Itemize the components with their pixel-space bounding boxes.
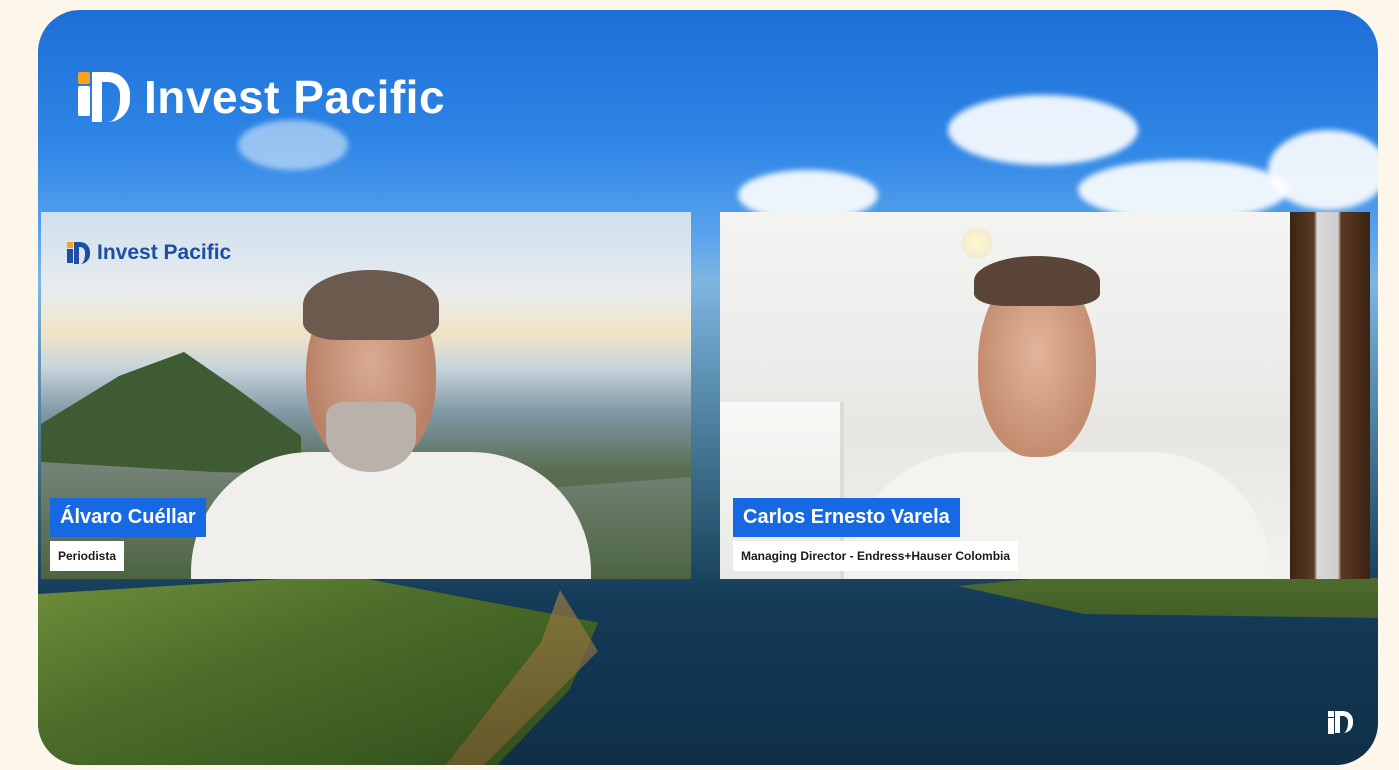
landscape-left: [38, 575, 598, 765]
brand-logo: Invest Pacific: [74, 68, 445, 126]
participant-name-tag: Álvaro Cuéllar: [50, 498, 206, 537]
video-tile-left[interactable]: Invest Pacific Álvaro Cuéllar Periodista: [41, 212, 691, 579]
panel-brand-logo: Invest Pacific: [65, 240, 231, 266]
participant-hair: [974, 256, 1100, 306]
invest-pacific-logo-icon: [74, 68, 132, 126]
cloud: [1268, 130, 1378, 210]
cloud: [238, 120, 348, 170]
video-call-stage: Invest Pacific Invest Pacific Álvaro Cué…: [38, 10, 1378, 765]
participant-shirt: [191, 452, 591, 579]
participant-name-tag: Carlos Ernesto Varela: [733, 498, 960, 537]
ceiling-light: [960, 226, 994, 260]
watermark-logo-icon: [1326, 709, 1356, 739]
video-tile-right[interactable]: Carlos Ernesto Varela Managing Director …: [720, 212, 1370, 579]
cloud: [948, 95, 1138, 165]
panel-brand-name: Invest Pacific: [97, 241, 232, 264]
invest-pacific-logo-icon: [65, 240, 91, 266]
cloud: [1078, 160, 1288, 220]
participant-role-tag: Managing Director - Endress+Hauser Colom…: [733, 541, 1019, 571]
brand-name: Invest Pacific: [144, 71, 446, 123]
mountain: [41, 352, 301, 472]
landscape-right: [958, 570, 1378, 618]
participant-hair: [303, 270, 439, 340]
participant-role-tag: Periodista: [50, 541, 125, 571]
participant-beard: [326, 402, 416, 472]
window-frame: [1290, 212, 1370, 579]
